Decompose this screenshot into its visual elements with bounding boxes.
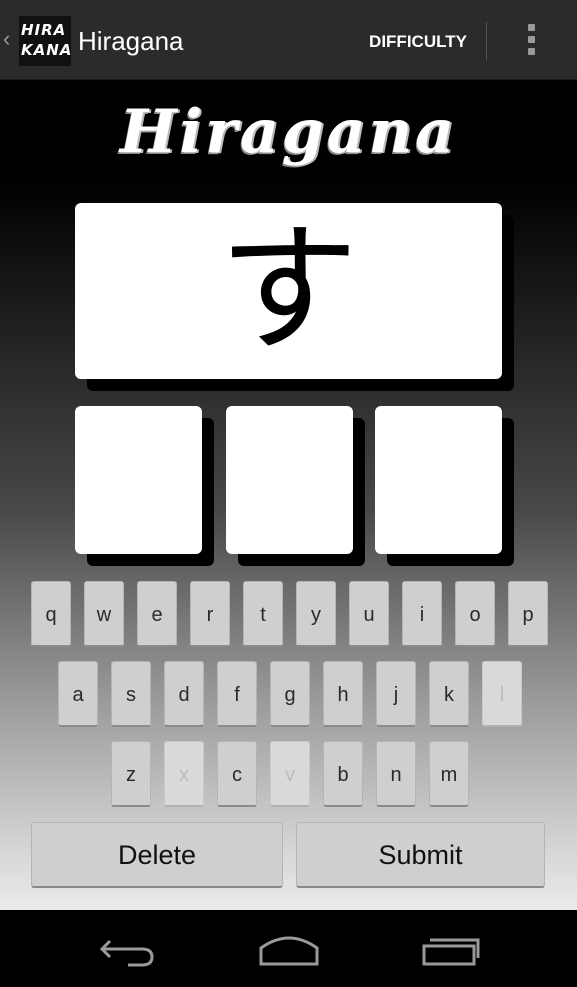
key-w[interactable]: w xyxy=(84,581,124,647)
system-navigation-bar xyxy=(0,910,577,987)
key-y[interactable]: y xyxy=(296,581,336,647)
key-f[interactable]: f xyxy=(217,661,257,727)
delete-button[interactable]: Delete xyxy=(31,822,283,888)
home-icon[interactable] xyxy=(249,928,329,972)
key-c[interactable]: c xyxy=(217,741,257,807)
key-v: v xyxy=(270,741,310,807)
key-p[interactable]: p xyxy=(508,581,548,647)
key-s[interactable]: s xyxy=(111,661,151,727)
answer-slot-1[interactable] xyxy=(75,406,202,554)
difficulty-button[interactable]: DIFFICULTY xyxy=(356,22,480,62)
app-logo[interactable]: HIRA KANA xyxy=(19,16,71,66)
app-logo-line2: KANA xyxy=(21,41,73,59)
key-b[interactable]: b xyxy=(323,741,363,807)
game-area: Hiragana す qwertyuiop asdfghjkl zxcvbnm De… xyxy=(0,80,577,910)
key-z[interactable]: z xyxy=(111,741,151,807)
answer-slot-2[interactable] xyxy=(226,406,353,554)
key-l: l xyxy=(482,661,522,727)
key-r[interactable]: r xyxy=(190,581,230,647)
key-u[interactable]: u xyxy=(349,581,389,647)
key-k[interactable]: k xyxy=(429,661,469,727)
app-title: Hiragana xyxy=(78,26,184,56)
key-m[interactable]: m xyxy=(429,741,469,807)
character-card: す xyxy=(75,203,502,379)
key-x: x xyxy=(164,741,204,807)
key-o[interactable]: o xyxy=(455,581,495,647)
key-i[interactable]: i xyxy=(402,581,442,647)
action-bar: ‹ HIRA KANA Hiragana DIFFICULTY xyxy=(0,0,577,80)
app-logo-line1: HIRA xyxy=(21,21,67,39)
submit-button[interactable]: Submit xyxy=(296,822,545,888)
key-t[interactable]: t xyxy=(243,581,283,647)
key-e[interactable]: e xyxy=(137,581,177,647)
recent-apps-icon[interactable] xyxy=(410,928,490,972)
key-n[interactable]: n xyxy=(376,741,416,807)
answer-slot-3[interactable] xyxy=(375,406,502,554)
action-divider xyxy=(486,22,487,60)
key-j[interactable]: j xyxy=(376,661,416,727)
key-h[interactable]: h xyxy=(323,661,363,727)
key-g[interactable]: g xyxy=(270,661,310,727)
current-character: す xyxy=(218,209,359,372)
key-d[interactable]: d xyxy=(164,661,204,727)
key-a[interactable]: a xyxy=(58,661,98,727)
overflow-menu-icon[interactable] xyxy=(516,18,548,62)
back-icon[interactable] xyxy=(88,928,168,972)
hiragana-logo: Hiragana xyxy=(119,97,458,167)
up-caret-icon[interactable]: ‹ xyxy=(3,28,10,50)
key-q[interactable]: q xyxy=(31,581,71,647)
